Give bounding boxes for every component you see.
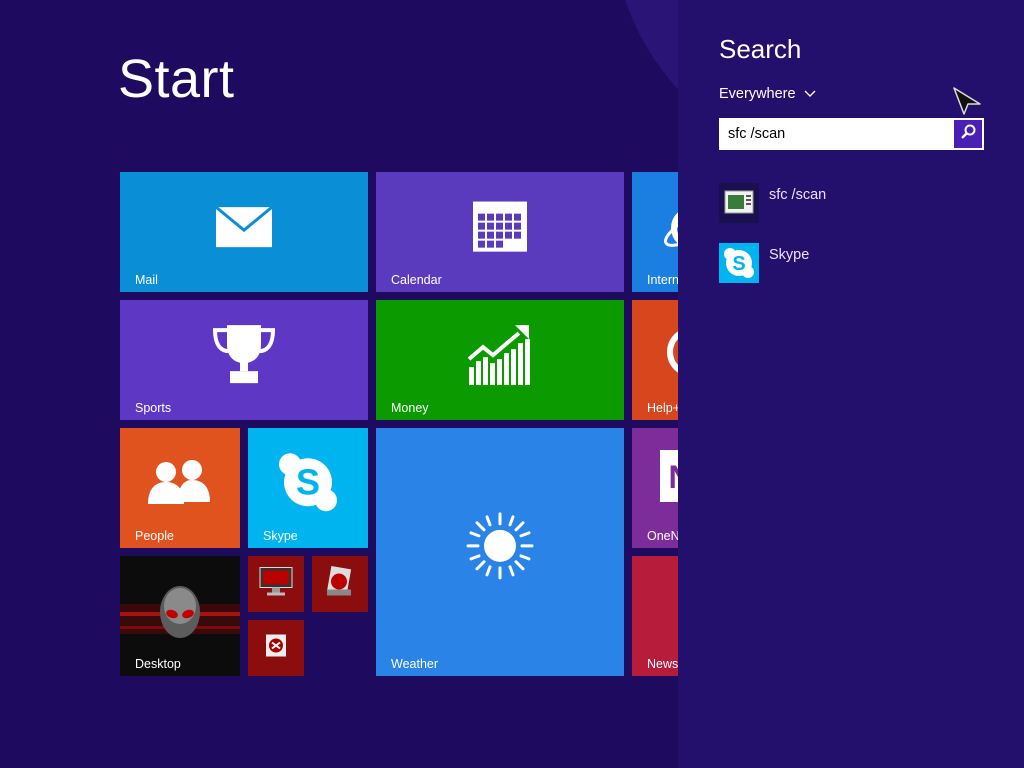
news-tile[interactable]: News xyxy=(632,556,678,676)
onenote-tile-label: OneN xyxy=(647,529,678,543)
desktop-tile-label: Desktop xyxy=(135,657,181,671)
sun-icon xyxy=(466,512,534,585)
ie-icon xyxy=(662,200,678,261)
background-decoration xyxy=(612,0,678,170)
app-tile-small-3[interactable] xyxy=(248,620,304,676)
search-button[interactable] xyxy=(954,120,982,148)
help-tile[interactable]: Help+ xyxy=(632,300,678,420)
weather-tile[interactable]: Weather xyxy=(376,428,624,676)
svg-text:S: S xyxy=(296,461,320,502)
chevron-down-icon xyxy=(804,86,816,102)
calendar-icon xyxy=(472,201,528,258)
mail-icon xyxy=(215,205,273,253)
sports-tile-label: Sports xyxy=(135,401,172,415)
search-scope-label: Everywhere xyxy=(719,86,796,102)
search-result-item[interactable]: S Skype xyxy=(719,243,999,283)
people-tile-label: People xyxy=(135,529,174,543)
search-title: Search xyxy=(719,34,802,64)
start-screen: Start Mail Calendar Intern Sports Money … xyxy=(0,0,678,768)
svg-text:S: S xyxy=(732,253,745,275)
search-result-label: Skype xyxy=(769,247,810,263)
search-icon xyxy=(960,124,976,145)
desktop-tile[interactable]: Desktop xyxy=(120,556,240,676)
onenote-tile[interactable]: N OneN xyxy=(632,428,678,548)
console-icon xyxy=(719,183,759,223)
skype-tile[interactable]: S Skype xyxy=(248,428,368,548)
money-tile[interactable]: Money xyxy=(376,300,624,420)
people-tile[interactable]: People xyxy=(120,428,240,548)
people-icon xyxy=(148,459,212,511)
skype-icon: S xyxy=(278,452,338,517)
skype-icon: S xyxy=(719,243,759,283)
app-logo-icon xyxy=(325,565,355,603)
search-result-item[interactable]: sfc /scan xyxy=(719,183,999,223)
news-tile-label: News xyxy=(647,657,678,671)
search-box xyxy=(719,118,984,150)
onenote-icon: N xyxy=(660,450,678,507)
app-tile-small-1[interactable] xyxy=(248,556,304,612)
svg-text:N: N xyxy=(668,459,678,495)
search-result-label: sfc /scan xyxy=(769,187,827,203)
internet-explorer-tile-label: Intern xyxy=(647,273,678,287)
search-scope-dropdown[interactable]: Everywhere xyxy=(719,86,816,102)
money-tile-label: Money xyxy=(391,401,429,415)
trophy-icon xyxy=(211,323,277,390)
sports-tile[interactable]: Sports xyxy=(120,300,368,420)
help-icon xyxy=(662,322,678,387)
app-emblem-icon xyxy=(262,631,290,666)
monitor-icon xyxy=(259,567,293,602)
mail-tile[interactable]: Mail xyxy=(120,172,368,292)
calendar-tile[interactable]: Calendar xyxy=(376,172,624,292)
search-input[interactable] xyxy=(720,119,952,149)
internet-explorer-tile[interactable]: Intern xyxy=(632,172,678,292)
weather-tile-label: Weather xyxy=(391,657,439,671)
skype-tile-label: Skype xyxy=(263,529,298,543)
mouse-pointer-icon xyxy=(952,86,982,121)
chart-growth-icon xyxy=(467,323,533,390)
start-title: Start xyxy=(118,49,235,109)
mail-tile-label: Mail xyxy=(135,273,158,287)
app-tile-small-2[interactable] xyxy=(312,556,368,612)
help-tile-label: Help+ xyxy=(647,401,678,415)
calendar-tile-label: Calendar xyxy=(391,273,442,287)
